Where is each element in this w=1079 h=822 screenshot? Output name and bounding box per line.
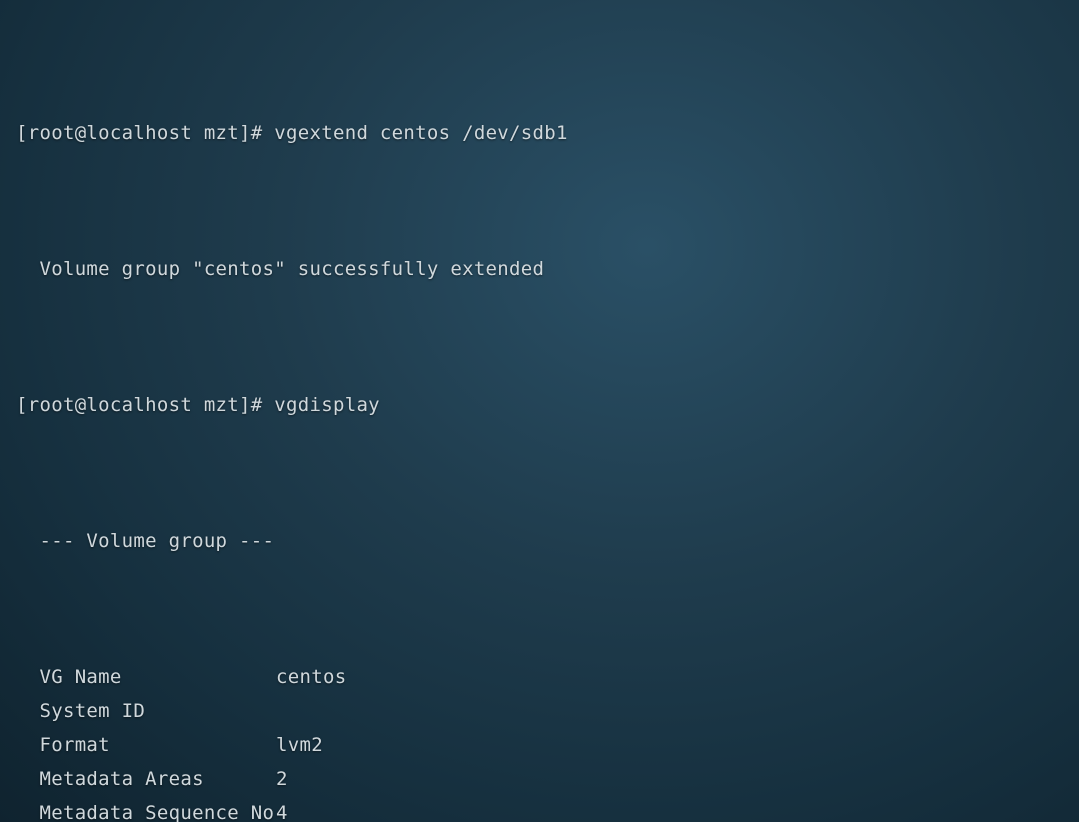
command-text: vgextend centos /dev/sdb1 xyxy=(274,122,567,144)
row-label: VG Name xyxy=(16,660,276,694)
row-value: lvm2 xyxy=(276,728,323,762)
shell-prompt: [root@localhost mzt]# xyxy=(16,122,274,144)
row-value: 4 xyxy=(276,796,288,822)
row-value: centos xyxy=(276,660,346,694)
vgdisplay-header: --- Volume group --- xyxy=(16,524,1063,558)
vgdisplay-row: Formatlvm2 xyxy=(16,728,1063,762)
row-value: 2 xyxy=(276,762,288,796)
row-label: System ID xyxy=(16,694,276,728)
terminal-output: [root@localhost mzt]# vgextend centos /d… xyxy=(0,0,1079,822)
vgdisplay-row: Metadata Areas2 xyxy=(16,762,1063,796)
command-text: vgdisplay xyxy=(274,394,380,416)
command-line-1: [root@localhost mzt]# vgextend centos /d… xyxy=(16,116,1063,150)
row-label: Format xyxy=(16,728,276,762)
row-label: Metadata Areas xyxy=(16,762,276,796)
vgdisplay-row: System ID xyxy=(16,694,1063,728)
vgextend-result: Volume group "centos" successfully exten… xyxy=(16,252,1063,286)
vgdisplay-row: Metadata Sequence No4 xyxy=(16,796,1063,822)
command-line-2: [root@localhost mzt]# vgdisplay xyxy=(16,388,1063,422)
row-label: Metadata Sequence No xyxy=(16,796,276,822)
vgdisplay-row: VG Namecentos xyxy=(16,660,1063,694)
shell-prompt: [root@localhost mzt]# xyxy=(16,394,274,416)
